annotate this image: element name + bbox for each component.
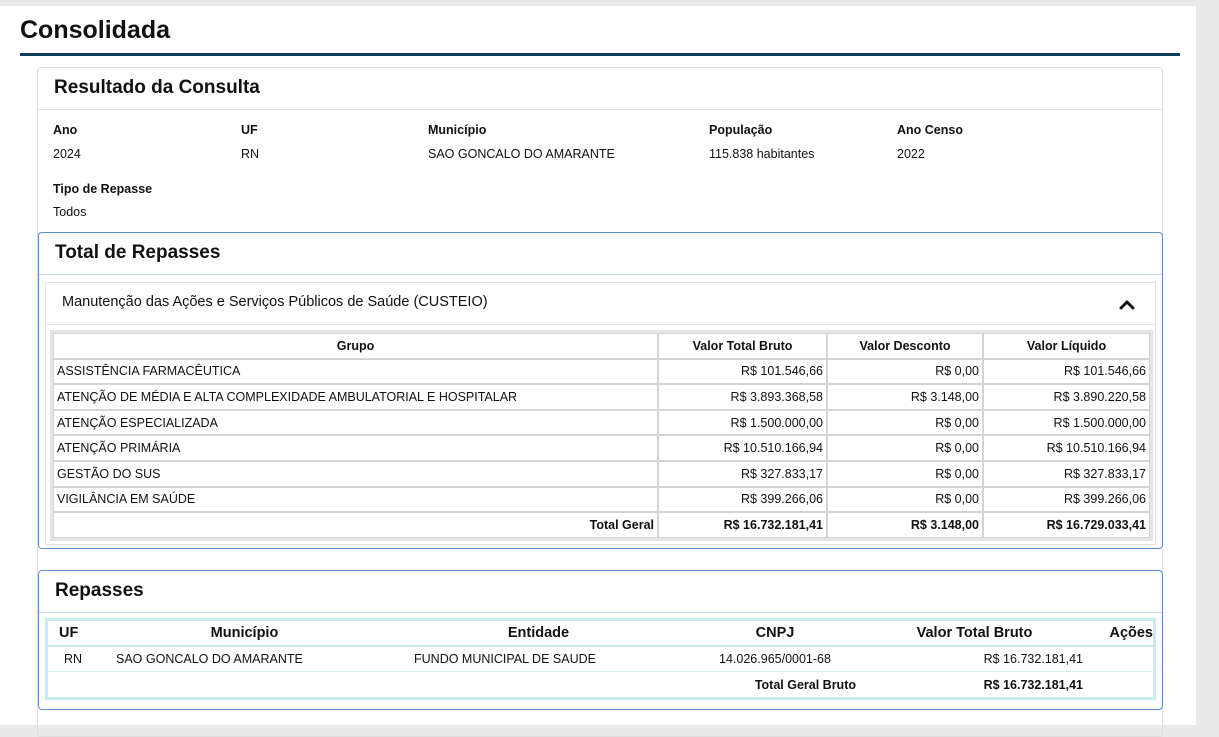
cell-valor-bruto: R$ 327.833,17 — [658, 460, 827, 487]
table-header-row: UF Município Entidade CNPJ Valor Total B… — [48, 621, 1153, 647]
cell-valor-desconto: R$ 0,00 — [827, 460, 983, 487]
cell-valor-bruto: R$ 10.510.166,94 — [658, 435, 827, 461]
total-repasses-table: Grupo Valor Total Bruto Valor Desconto V… — [50, 330, 1153, 541]
col-municipio: Município — [98, 621, 391, 647]
uf-value: RN — [241, 147, 260, 161]
col-valor-desconto: Valor Desconto — [827, 333, 983, 359]
cell-valor-desconto: R$ 0,00 — [827, 486, 983, 513]
total-geral-bruto-value: R$ 16.732.181,41 — [983, 677, 1083, 692]
total-geral-label: Total Geral — [53, 512, 658, 538]
total-geral-bruto-label: Total Geral Bruto — [754, 677, 856, 692]
repasses-table: UF Município Entidade CNPJ Valor Total B… — [45, 618, 1156, 700]
tipo-repasse-label: Tipo de Repasse — [53, 182, 153, 196]
cell-valor-liquido: R$ 327.833,17 — [983, 460, 1150, 487]
table-row: ASSISTÊNCIA FARMACÊUTICA R$ 101.546,66 R… — [53, 358, 1150, 385]
cell-valor-liquido: R$ 1.500.000,00 — [983, 409, 1150, 436]
table-row: RN SAO GONCALO DO AMARANTE FUNDO MUNICIP… — [48, 647, 1153, 672]
municipio-label: Município — [428, 123, 487, 137]
table-row: VIGILÂNCIA EM SAÚDE R$ 399.266,06 R$ 0,0… — [53, 486, 1150, 513]
table-row: GESTÃO DO SUS R$ 327.833,17 R$ 0,00 R$ 3… — [53, 460, 1150, 487]
repasses-panel: Repasses UF Município Entidade CNPJ Valo… — [38, 570, 1163, 710]
total-valor-liquido: R$ 16.729.033,41 — [983, 512, 1150, 538]
cell-grupo: GESTÃO DO SUS — [53, 460, 658, 487]
cell-valor-desconto: R$ 0,00 — [827, 435, 983, 461]
cell-valor-liquido: R$ 10.510.166,94 — [983, 435, 1150, 461]
col-uf: UF — [48, 621, 98, 647]
total-valor-bruto: R$ 16.732.181,41 — [658, 512, 827, 538]
result-panel: Resultado da Consulta Ano 2024 UF RN Mun… — [37, 67, 1163, 737]
ano-censo-value: 2022 — [897, 147, 925, 161]
total-repasses-title: Total de Repasses — [55, 242, 221, 263]
cell-valor-bruto: R$ 1.500.000,00 — [658, 409, 827, 436]
ano-label: Ano — [53, 123, 78, 137]
cell-uf: RN — [48, 647, 98, 672]
col-acoes: Ações — [1085, 621, 1153, 647]
table-row: ATENÇÃO PRIMÁRIA R$ 10.510.166,94 R$ 0,0… — [53, 435, 1150, 461]
table-total-row: Total Geral R$ 16.732.181,41 R$ 3.148,00… — [53, 512, 1150, 538]
table-row: ATENÇÃO DE MÉDIA E ALTA COMPLEXIDADE AMB… — [53, 384, 1150, 410]
table-row: ATENÇÃO ESPECIALIZADA R$ 1.500.000,00 R$… — [53, 409, 1150, 436]
ano-value: 2024 — [53, 147, 81, 161]
col-valor-total-bruto: Valor Total Bruto — [658, 333, 827, 359]
col-valor-liquido: Valor Líquido — [983, 333, 1150, 359]
page-container: Consolidada Resultado da Consulta Ano 20… — [0, 6, 1196, 737]
cell-grupo: ATENÇÃO DE MÉDIA E ALTA COMPLEXIDADE AMB… — [53, 384, 658, 410]
uf-label: UF — [241, 123, 258, 137]
repasses-title: Repasses — [55, 580, 144, 601]
col-entidade: Entidade — [391, 621, 686, 647]
total-valor-desconto: R$ 3.148,00 — [827, 512, 983, 538]
cell-valor-liquido: R$ 399.266,06 — [983, 486, 1150, 513]
cell-valor-bruto: R$ 3.893.368,58 — [658, 384, 827, 410]
custeio-accordion: Manutenção das Ações e Serviços Públicos… — [45, 282, 1156, 545]
cell-grupo: ATENÇÃO PRIMÁRIA — [53, 435, 658, 461]
cell-valor-liquido: R$ 3.890.220,58 — [983, 384, 1150, 410]
cell-valor-desconto: R$ 0,00 — [827, 358, 983, 385]
repasses-header: Repasses — [39, 571, 1162, 613]
cell-cnpj: 14.026.965/0001-68 — [686, 647, 864, 672]
municipio-value: SAO GONCALO DO AMARANTE — [428, 147, 615, 161]
ano-censo-label: Ano Censo — [897, 123, 963, 137]
cell-valor-desconto: R$ 3.148,00 — [827, 384, 983, 410]
result-panel-title: Resultado da Consulta — [54, 77, 260, 98]
chevron-up-icon[interactable] — [1119, 297, 1135, 311]
col-grupo: Grupo — [53, 333, 658, 359]
cell-acoes[interactable] — [1085, 647, 1153, 672]
cell-valor-liquido: R$ 101.546,66 — [983, 358, 1150, 385]
tipo-repasse-value: Todos — [53, 205, 87, 219]
cell-grupo: ASSISTÊNCIA FARMACÊUTICA — [53, 358, 658, 385]
custeio-accordion-header[interactable]: Manutenção das Ações e Serviços Públicos… — [46, 283, 1155, 325]
cell-grupo: ATENÇÃO ESPECIALIZADA — [53, 409, 658, 436]
table-total-row: Total Geral Bruto R$ 16.732.181,41 — [48, 672, 1153, 697]
total-repasses-header: Total de Repasses — [39, 233, 1162, 275]
cell-municipio: SAO GONCALO DO AMARANTE — [98, 647, 391, 672]
cell-valor-bruto: R$ 101.546,66 — [658, 358, 827, 385]
col-valor-total-bruto: Valor Total Bruto — [864, 621, 1085, 647]
cell-valor-bruto: R$ 399.266,06 — [658, 486, 827, 513]
total-repasses-panel: Total de Repasses Manutenção das Ações e… — [38, 232, 1163, 549]
cell-grupo: VIGILÂNCIA EM SAÚDE — [53, 486, 658, 513]
populacao-label: População — [709, 123, 773, 137]
result-panel-header: Resultado da Consulta — [38, 68, 1162, 110]
table-header-row: Grupo Valor Total Bruto Valor Desconto V… — [53, 333, 1150, 359]
title-divider — [20, 53, 1180, 56]
cell-valor-desconto: R$ 0,00 — [827, 409, 983, 436]
page-title: Consolidada — [20, 16, 171, 44]
cell-valor-total-bruto: R$ 16.732.181,41 — [864, 647, 1085, 672]
col-cnpj: CNPJ — [686, 621, 864, 647]
cell-entidade: FUNDO MUNICIPAL DE SAUDE — [391, 647, 686, 672]
populacao-value: 115.838 habitantes — [709, 147, 815, 161]
custeio-accordion-title: Manutenção das Ações e Serviços Públicos… — [62, 294, 488, 310]
